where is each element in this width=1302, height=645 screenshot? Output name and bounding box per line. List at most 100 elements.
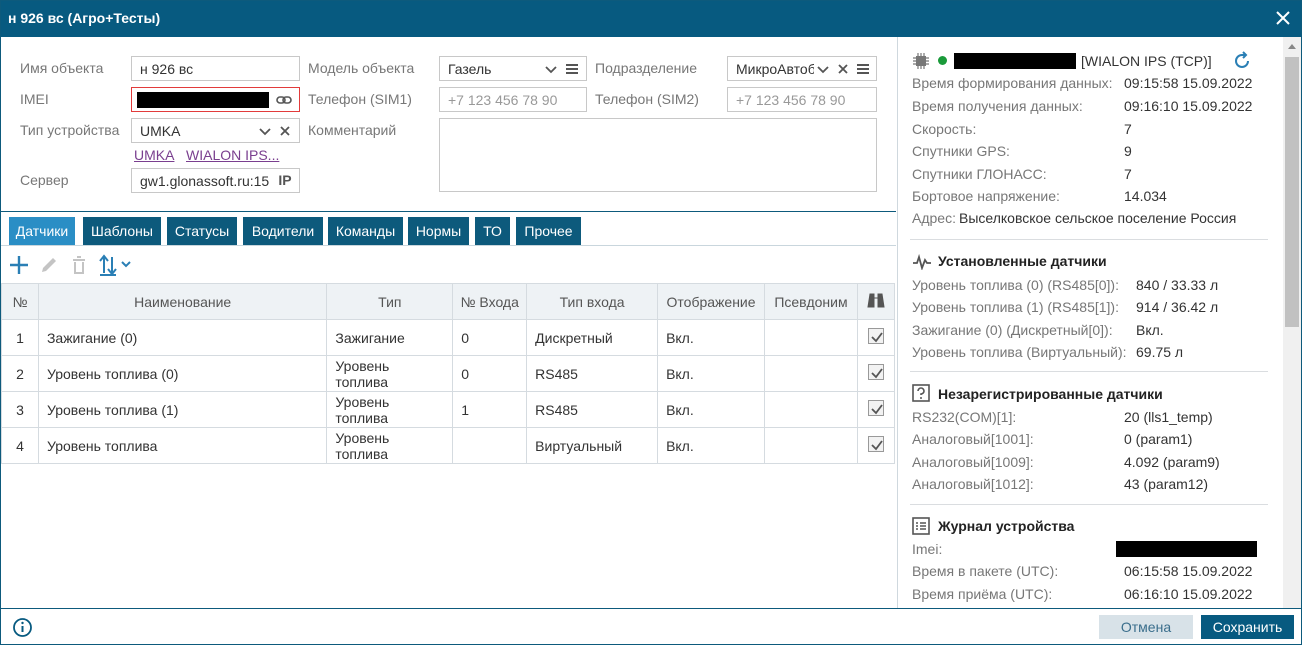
clear-icon[interactable] bbox=[834, 60, 852, 78]
chip-icon bbox=[913, 53, 929, 69]
visibility-checkbox[interactable] bbox=[867, 328, 884, 344]
col-name[interactable]: Наименование bbox=[37, 283, 328, 320]
cell-display: Вкл. bbox=[657, 355, 765, 392]
menu-icon[interactable] bbox=[563, 60, 581, 78]
server-input[interactable]: gw1.glonassoft.ru:15 IP bbox=[131, 168, 300, 193]
tab-underline bbox=[1, 245, 896, 246]
col-input-number[interactable]: № Входа bbox=[452, 283, 528, 320]
protocol-label: [WIALON IPS (TCP)] bbox=[1081, 53, 1212, 69]
address-label: Адрес: bbox=[912, 210, 956, 226]
tab-other[interactable]: Прочее bbox=[516, 217, 581, 245]
cell-number: 1 bbox=[1, 319, 39, 356]
col-display[interactable]: Отображение bbox=[657, 283, 765, 320]
save-button[interactable]: Сохранить bbox=[1201, 615, 1294, 639]
col-input-type[interactable]: Тип входа bbox=[526, 283, 659, 320]
info-value: 09:15:58 15.09.2022 bbox=[1124, 75, 1253, 91]
object-properties-panel: Имя объекта н 926 вс Модель объекта Газе… bbox=[1, 37, 896, 608]
tab-maintenance[interactable]: ТО bbox=[475, 217, 510, 245]
tab-templates[interactable]: Шаблоны bbox=[83, 217, 161, 245]
cell-input-type: Дискретный bbox=[526, 319, 659, 356]
comment-label: Комментарий bbox=[308, 122, 397, 138]
sim1-input[interactable]: +7 123 456 78 90 bbox=[439, 87, 587, 112]
col-number[interactable]: № bbox=[1, 283, 39, 320]
pulse-icon bbox=[913, 254, 931, 270]
sensor-value: 840 / 33.33 л bbox=[1136, 277, 1219, 293]
cell-type: Зажигание bbox=[326, 319, 454, 356]
division-select[interactable]: МикроАвтоб bbox=[727, 56, 877, 81]
redacted-device-name bbox=[954, 53, 1076, 69]
name-input[interactable]: н 926 вс bbox=[131, 56, 300, 81]
sensor-value: Вкл. bbox=[1136, 322, 1164, 338]
edit-icon[interactable] bbox=[38, 254, 60, 276]
add-icon[interactable] bbox=[8, 254, 30, 276]
question-icon bbox=[912, 384, 930, 402]
visibility-checkbox[interactable] bbox=[867, 364, 884, 380]
chevron-down-icon[interactable] bbox=[256, 122, 274, 140]
cell-type: Уровень топлива bbox=[326, 355, 454, 392]
chevron-down-icon[interactable] bbox=[542, 60, 560, 78]
table-header-row: № Наименование Тип № Входа Тип входа Ото… bbox=[1, 283, 896, 320]
sim2-input[interactable]: +7 123 456 78 90 bbox=[727, 87, 877, 112]
model-label: Модель объекта bbox=[308, 60, 415, 76]
cell-input-number: 1 bbox=[452, 391, 528, 428]
tab-drivers[interactable]: Водители bbox=[243, 217, 323, 245]
log-label: Время в пакете (UTC): bbox=[912, 563, 1059, 579]
table-row[interactable]: 2 Уровень топлива (0) Уровень топлива 0 … bbox=[1, 355, 896, 392]
model-select[interactable]: Газель bbox=[439, 56, 587, 81]
division-value: МикроАвтоб bbox=[736, 61, 816, 77]
visibility-checkbox[interactable] bbox=[867, 436, 884, 452]
visibility-checkbox[interactable] bbox=[867, 400, 884, 416]
binoculars-icon[interactable] bbox=[865, 290, 887, 310]
sensor-value: 69.75 л bbox=[1136, 344, 1184, 360]
redacted-imei bbox=[137, 92, 269, 108]
import-export-icon[interactable] bbox=[98, 253, 134, 277]
menu-icon[interactable] bbox=[854, 60, 872, 78]
info-scrollbar[interactable] bbox=[1283, 37, 1301, 608]
scrollbar-thumb[interactable] bbox=[1285, 57, 1299, 327]
cell-name: Зажигание (0) bbox=[37, 319, 328, 356]
scroll-up-icon[interactable] bbox=[1287, 42, 1297, 50]
link-umka[interactable]: UMKA bbox=[134, 147, 174, 163]
refresh-icon[interactable] bbox=[1232, 51, 1252, 71]
section-separator bbox=[910, 371, 1268, 372]
tab-sensors[interactable]: Датчики bbox=[9, 217, 75, 245]
cell-type: Уровень топлива bbox=[326, 427, 454, 464]
table-row[interactable]: 4 Уровень топлива Уровень топлива Виртуа… bbox=[1, 427, 896, 464]
division-label: Подразделение bbox=[595, 60, 698, 76]
device-type-select[interactable]: UMKA bbox=[131, 118, 300, 143]
section-separator bbox=[910, 504, 1268, 505]
comment-textarea[interactable] bbox=[439, 118, 877, 192]
link-wialon-ips[interactable]: WIALON IPS... bbox=[186, 147, 279, 163]
section-divider bbox=[1, 211, 896, 212]
info-label: Время формирования данных: bbox=[912, 75, 1113, 91]
section-separator bbox=[910, 239, 1268, 240]
col-type[interactable]: Тип bbox=[326, 283, 454, 320]
col-visibility[interactable] bbox=[856, 283, 896, 320]
info-label: Спутники ГЛОНАСС: bbox=[912, 166, 1047, 182]
list-icon bbox=[912, 517, 930, 535]
clear-icon[interactable] bbox=[276, 122, 294, 140]
ip-badge[interactable]: IP bbox=[271, 169, 299, 192]
device-log-title: Журнал устройства bbox=[938, 518, 1075, 534]
col-alias[interactable]: Псевдоним bbox=[764, 283, 858, 320]
tab-norms[interactable]: Нормы bbox=[408, 217, 469, 245]
table-row[interactable]: 3 Уровень топлива (1) Уровень топлива 1 … bbox=[1, 391, 896, 428]
cell-number: 4 bbox=[1, 427, 39, 464]
chevron-down-icon[interactable] bbox=[814, 60, 832, 78]
delete-icon[interactable] bbox=[68, 254, 90, 276]
title-bar: н 926 вс (Агро+Тесты) bbox=[1, 1, 1301, 37]
info-value: 09:16:10 15.09.2022 bbox=[1124, 98, 1253, 114]
close-icon[interactable] bbox=[1273, 8, 1293, 28]
tab-commands[interactable]: Команды bbox=[328, 217, 403, 245]
cancel-button[interactable]: Отмена bbox=[1099, 615, 1193, 639]
link-icon[interactable] bbox=[275, 91, 293, 109]
cell-name: Уровень топлива bbox=[37, 427, 328, 464]
imei-input[interactable] bbox=[131, 87, 300, 112]
tab-statuses[interactable]: Статусы bbox=[167, 217, 237, 245]
info-value: 14.034 bbox=[1124, 188, 1167, 204]
sensor-value: 0 (param1) bbox=[1124, 431, 1193, 447]
info-icon[interactable] bbox=[12, 617, 33, 638]
status-dot bbox=[938, 56, 947, 65]
table-row[interactable]: 1 Зажигание (0) Зажигание 0 Дискретный В… bbox=[1, 319, 896, 356]
name-value: н 926 вс bbox=[140, 61, 194, 77]
